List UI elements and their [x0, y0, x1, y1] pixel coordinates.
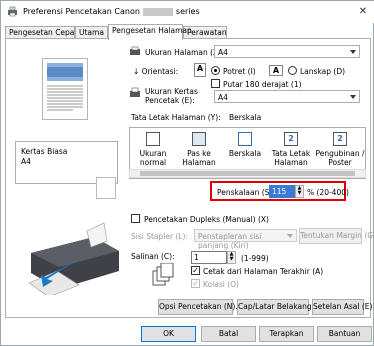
- page-layout-icon: 2: [284, 132, 298, 146]
- chevron-down-icon: [287, 234, 293, 238]
- page-size-value: A4: [218, 48, 228, 57]
- staple-side-label: Sisi Stapler (L):: [131, 232, 189, 241]
- defaults-button[interactable]: Setelan Asal (E): [312, 299, 372, 315]
- printing-preferences-window: Preferensi Pencetakan Canon series ✕ Peng…: [0, 0, 374, 346]
- layout-item-fit-to-page[interactable]: Pas ke Halaman: [176, 132, 222, 167]
- output-size-value: A4: [218, 93, 228, 102]
- tiling-poster-icon: 2: [333, 132, 347, 146]
- tab-page-setup[interactable]: Pengesetan Halaman: [108, 24, 192, 40]
- landscape-label: Lanskap (D): [300, 67, 346, 76]
- rotate-180-checkbox[interactable]: [211, 79, 220, 88]
- preview-content-image: [47, 63, 83, 111]
- landscape-icon: A: [269, 65, 283, 76]
- copies-spinner[interactable]: ▲ ▼: [227, 251, 236, 264]
- page-size-icon: [130, 46, 140, 55]
- orientation-label: ↓ Orientasi:: [133, 67, 179, 76]
- ok-button[interactable]: OK: [141, 326, 196, 342]
- scaled-icon: [238, 132, 252, 146]
- layout-item-label: Pas ke Halaman: [182, 149, 216, 167]
- collate-checkbox[interactable]: ✓: [191, 279, 200, 288]
- page-size-label: Ukuran Halaman (Z):: [145, 48, 224, 57]
- layout-item-label: Pengubinan / Poster: [315, 149, 365, 167]
- layout-item-label: Ukuran normal: [139, 149, 167, 167]
- media-type-text: Kertas Biasa: [21, 147, 68, 156]
- printer-icon: [8, 6, 17, 17]
- layout-item-label: Tata Letak Halaman: [271, 149, 311, 167]
- layout-item-tiling-poster[interactable]: 2 Pengubinan / Poster: [314, 132, 366, 167]
- duplex-label: Pencetakan Dupleks (Manual) (X): [144, 215, 269, 224]
- specify-margin-button[interactable]: Tentukan Margin (G)...: [299, 228, 374, 244]
- window-title-prefix: Preferensi Pencetakan Canon: [23, 7, 140, 16]
- scaling-spinner[interactable]: ▲ ▼: [295, 185, 304, 198]
- close-icon[interactable]: ✕: [355, 4, 371, 20]
- stamp-background-button[interactable]: Cap/Latar Belakang (B)...: [237, 299, 332, 315]
- scaling-label: Penskalaan (S):: [217, 188, 275, 197]
- page-size-select[interactable]: A4: [214, 45, 360, 58]
- layout-item-normal-size[interactable]: Ukuran normal: [130, 132, 176, 167]
- copies-range: (1-999): [241, 254, 269, 263]
- scaling-input[interactable]: 115: [269, 185, 295, 198]
- page-layout-current: Berskala: [229, 113, 262, 122]
- chevron-down-icon: [350, 95, 356, 99]
- page-normal-icon: [146, 132, 160, 146]
- chevron-down-icon: [350, 50, 356, 54]
- fit-to-page-icon: [192, 132, 206, 146]
- scrollbar-thumb[interactable]: [140, 171, 355, 176]
- rotate-180-label: Putar 180 derajat (1): [223, 80, 302, 89]
- window-title-suffix: series: [175, 7, 200, 16]
- layout-item-scaled[interactable]: Berskala: [222, 132, 268, 158]
- model-name-blur: [142, 7, 173, 16]
- output-size-label: Ukuran Kertas Pencetak (E):: [145, 87, 198, 105]
- layout-item-page-layout[interactable]: 2 Tata Letak Halaman: [268, 132, 314, 167]
- output-size-select[interactable]: A4: [214, 90, 360, 103]
- portrait-label: Potret (I): [223, 67, 256, 76]
- cancel-button[interactable]: Batal: [201, 326, 256, 342]
- page-preview: [42, 58, 88, 120]
- paper-size-text: A4: [21, 157, 31, 166]
- paper-orientation-preview: [96, 177, 116, 199]
- reverse-order-label: Cetak dari Halaman Terakhir (A): [203, 267, 324, 276]
- page-layout-label: Tata Letak Halaman (Y):: [131, 113, 221, 122]
- copies-icon: [152, 263, 174, 286]
- collate-label: Kolasi (O): [203, 280, 239, 289]
- layout-item-label: Berskala: [228, 149, 262, 158]
- layout-scrollbar[interactable]: [129, 169, 366, 178]
- help-button[interactable]: Bantuan: [317, 326, 372, 342]
- reverse-order-checkbox[interactable]: ✓: [191, 266, 200, 275]
- staple-side-select[interactable]: Penstapleran sisi panjang (Kiri): [194, 229, 297, 250]
- portrait-icon: A: [194, 63, 206, 77]
- print-options-button[interactable]: Opsi Pencetakan (N)...: [158, 299, 243, 315]
- copies-input[interactable]: 1: [191, 251, 227, 264]
- apply-button[interactable]: Terapkan: [259, 326, 314, 342]
- scaling-range: % (20-400): [307, 188, 349, 197]
- copies-label: Salinan (C):: [131, 252, 175, 261]
- printer-illustration: [28, 222, 119, 295]
- portrait-radio[interactable]: [211, 66, 220, 75]
- window-title: Preferensi Pencetakan Canon series: [23, 7, 200, 16]
- printer-paper-icon: [130, 87, 140, 97]
- landscape-radio[interactable]: [288, 66, 297, 75]
- title-bar: Preferensi Pencetakan Canon series ✕: [1, 1, 374, 23]
- duplex-checkbox[interactable]: [131, 214, 140, 223]
